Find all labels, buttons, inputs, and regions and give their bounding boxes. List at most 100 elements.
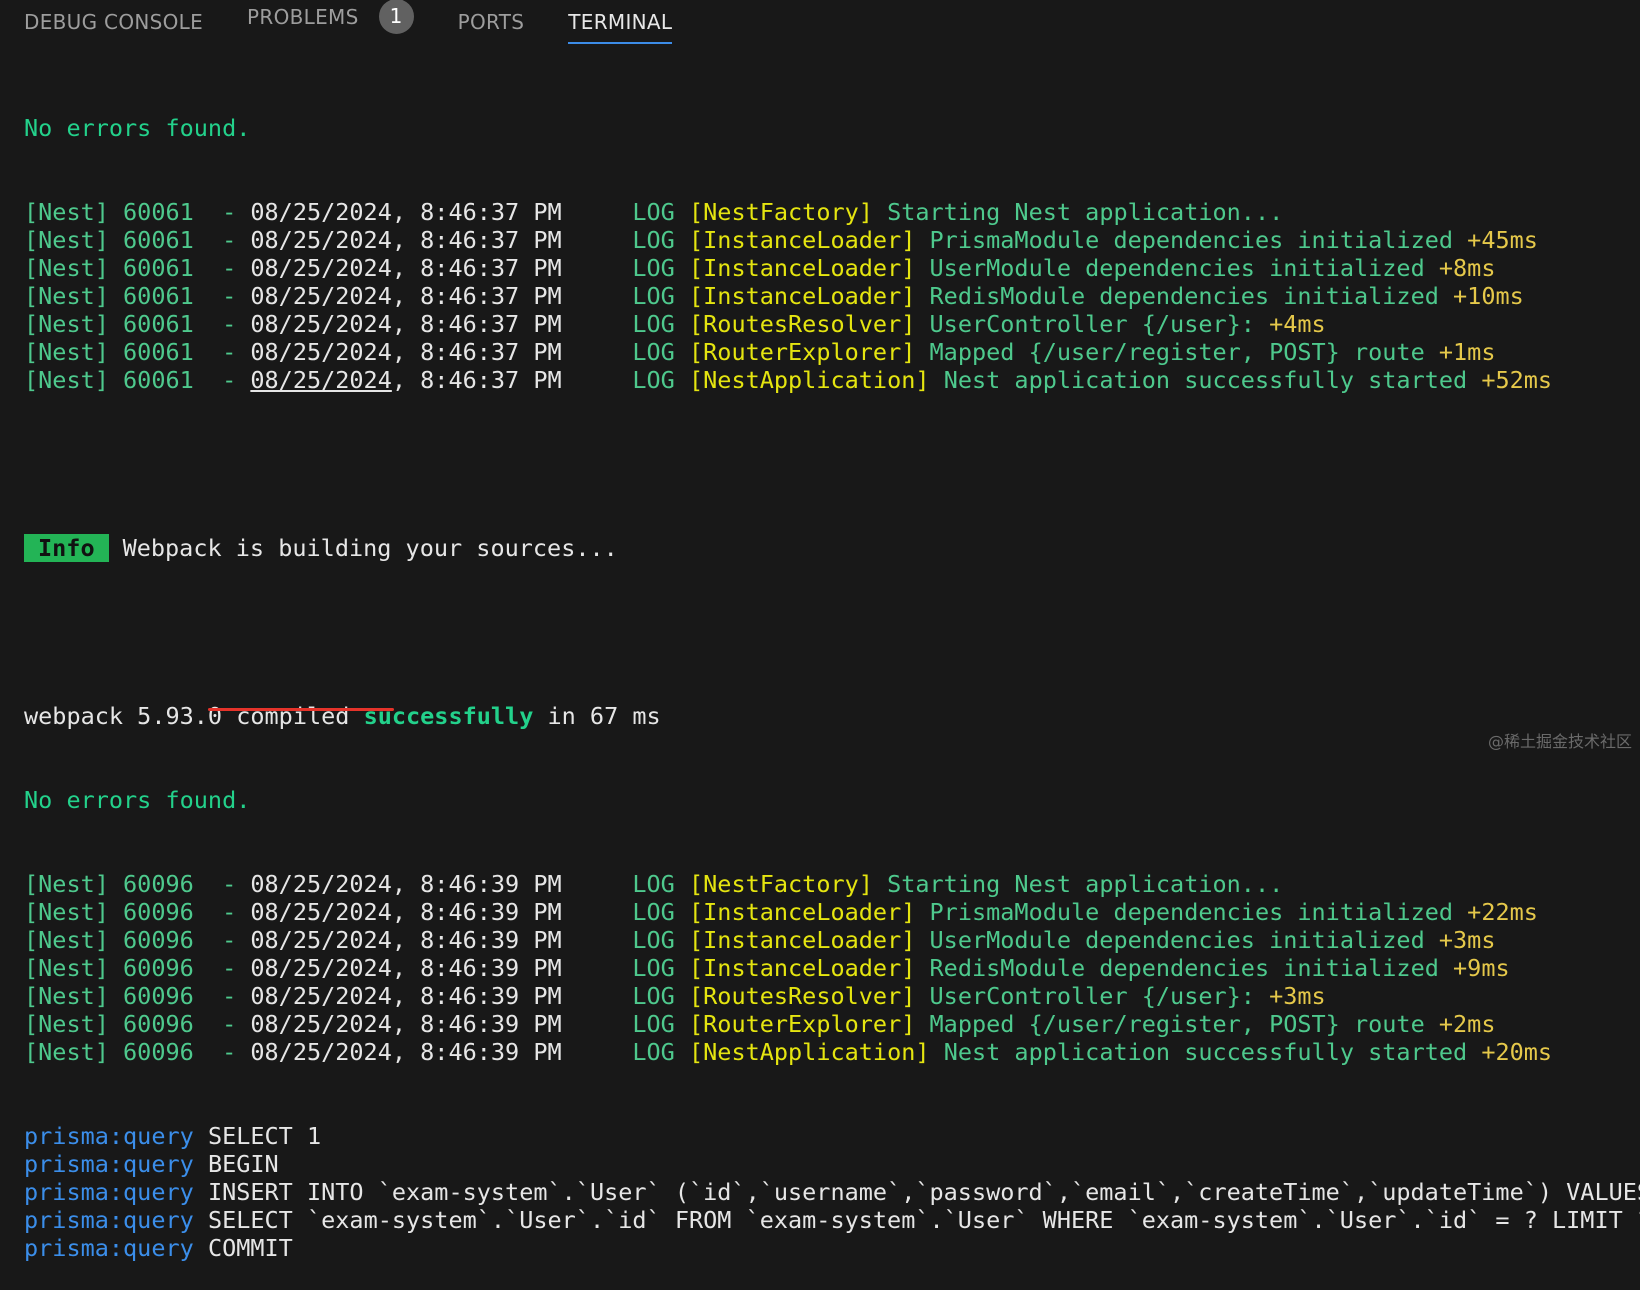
- tab-label: PROBLEMS: [247, 4, 359, 29]
- tab-debug-console[interactable]: DEBUG CONSOLE: [24, 10, 203, 44]
- query-sql: BEGIN: [207, 1150, 279, 1178]
- log-line: [Nest] 60096 - 08/25/2024, 8:46:39 PM LO…: [24, 926, 1640, 954]
- log-level: LOG: [632, 254, 675, 282]
- log-duration: +52ms: [1481, 366, 1553, 394]
- log-prefix: [Nest] 60061 -: [24, 338, 251, 366]
- tab-label: PORTS: [457, 10, 525, 34]
- log-timestamp: 08/25/2024, 8:46:37 PM: [250, 198, 562, 226]
- tab-ports[interactable]: PORTS: [458, 10, 525, 44]
- log-line: [Nest] 60096 - 08/25/2024, 8:46:39 PM LO…: [24, 898, 1640, 926]
- log-timestamp: 08/25/2024, 8:46:39 PM: [250, 898, 562, 926]
- log-prefix: [Nest] 60096 -: [24, 1038, 251, 1066]
- tab-label: TERMINAL: [568, 10, 673, 34]
- log-line: [Nest] 60061 - 08/25/2024, 8:46:37 PM LO…: [24, 226, 1640, 254]
- tab-label: DEBUG CONSOLE: [24, 10, 204, 34]
- log-duration: +3ms: [1438, 926, 1496, 954]
- log-prefix: [Nest] 60061 -: [24, 198, 251, 226]
- log-prefix: [Nest] 60096 -: [24, 954, 251, 982]
- log-level: LOG: [632, 954, 675, 982]
- log-message: RedisModule dependencies initialized: [929, 282, 1439, 310]
- log-context: [InstanceLoader]: [689, 898, 916, 926]
- log-context: [RouterExplorer]: [689, 1010, 916, 1038]
- log-prefix: [Nest] 60061 -: [24, 254, 251, 282]
- log-context: [InstanceLoader]: [689, 282, 916, 310]
- log-prefix: [Nest] 60061 -: [24, 226, 251, 254]
- log-duration: +4ms: [1269, 310, 1326, 338]
- log-timestamp: 08/25/2024, 8:46:39 PM: [250, 1010, 562, 1038]
- log-prefix: [Nest] 60061 -: [24, 282, 251, 310]
- log-line: [Nest] 60061 - 08/25/2024, 8:46:37 PM LO…: [24, 198, 1640, 226]
- log-prefix: [Nest] 60061 -: [24, 366, 251, 394]
- query-tag: prisma:query: [24, 1234, 194, 1262]
- terminal-output[interactable]: No errors found. [Nest] 60061 - 08/25/20…: [24, 58, 1640, 1290]
- query-sql: SELECT `exam-system`.`User`.`id` FROM `e…: [207, 1206, 1640, 1234]
- compile-suffix: in 67 ms: [533, 702, 661, 730]
- log-prefix: [Nest] 60096 -: [24, 898, 251, 926]
- log-level: LOG: [632, 282, 675, 310]
- query-tag: prisma:query: [24, 1150, 194, 1178]
- log-duration: +22ms: [1467, 898, 1538, 926]
- log-duration: +3ms: [1269, 982, 1326, 1010]
- log-context: [InstanceLoader]: [689, 254, 916, 282]
- query-line: prisma:query SELECT `exam-system`.`User`…: [24, 1206, 1640, 1234]
- timestamp-date: 08/25/2024: [250, 366, 392, 394]
- log-timestamp-link[interactable]: 08/25/2024, 8:46:37 PM: [250, 366, 561, 394]
- log-duration: +20ms: [1481, 1038, 1553, 1066]
- log-level: LOG: [632, 870, 675, 898]
- log-prefix: [Nest] 60061 -: [24, 310, 251, 338]
- log-context: [RoutesResolver]: [689, 982, 916, 1010]
- log-line: [Nest] 60096 - 08/25/2024, 8:46:39 PM LO…: [24, 1038, 1640, 1066]
- log-message: RedisModule dependencies initialized: [929, 954, 1439, 982]
- log-message: Mapped {/user/register, POST} route: [929, 1010, 1425, 1038]
- log-message: UserModule dependencies initialized: [929, 926, 1425, 954]
- log-level: LOG: [632, 898, 675, 926]
- tab-terminal[interactable]: TERMINAL: [568, 10, 673, 44]
- problems-count-badge: 1: [378, 0, 414, 34]
- log-level: LOG: [632, 198, 675, 226]
- log-line: [Nest] 60061 - 08/25/2024, 8:46:37 PM LO…: [24, 254, 1640, 282]
- tab-problems[interactable]: PROBLEMS 1: [247, 0, 414, 44]
- log-duration: +45ms: [1467, 226, 1538, 254]
- log-context: [NestApplication]: [689, 1038, 930, 1066]
- log-timestamp: 08/25/2024, 8:46:39 PM: [250, 1038, 562, 1066]
- log-level: LOG: [632, 1010, 675, 1038]
- log-duration: +8ms: [1438, 254, 1496, 282]
- info-badge: Info: [24, 534, 109, 562]
- log-timestamp: 08/25/2024, 8:46:39 PM: [250, 954, 562, 982]
